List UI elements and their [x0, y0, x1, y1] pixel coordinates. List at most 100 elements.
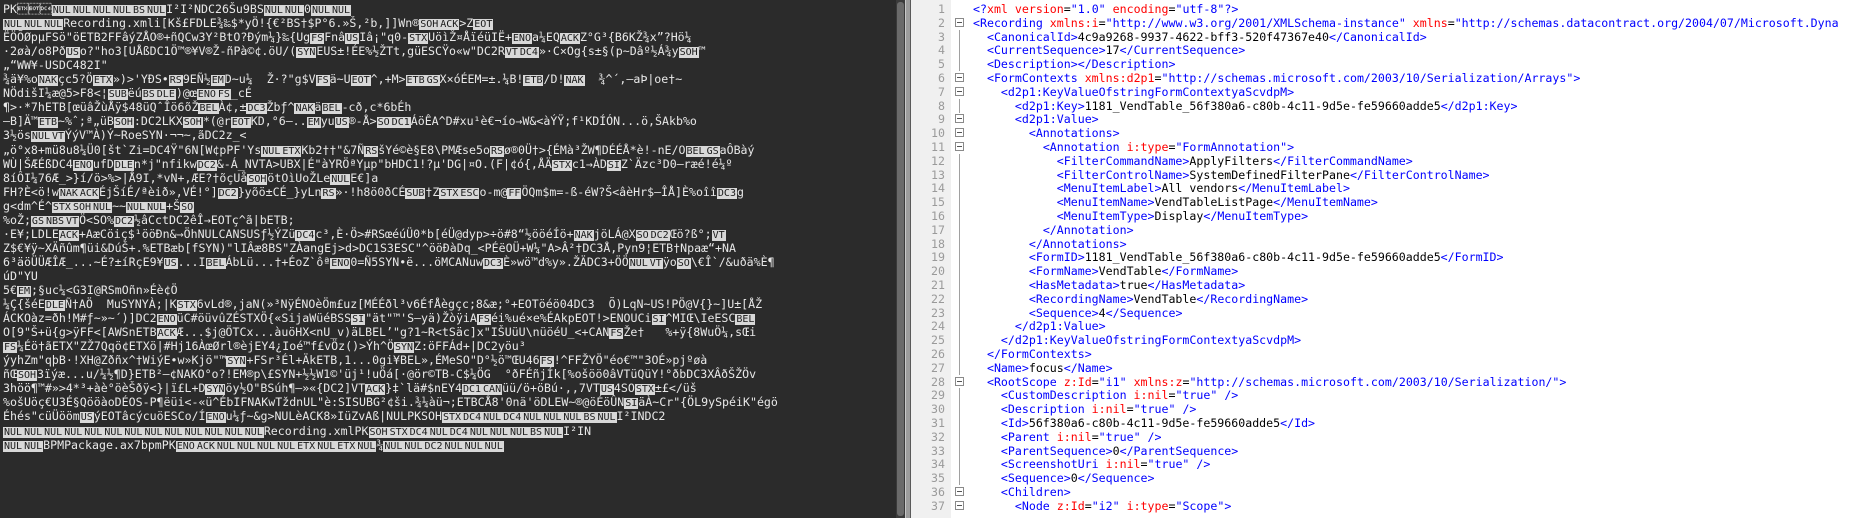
binary-line: —B]Ä™ETB~%ˆ;ª„üBSOH:DC2LKXSOH*(@rEOTKD,°…	[3, 114, 697, 129]
xml-line[interactable]: 20 <FormName>VendTable</FormName>	[911, 264, 1851, 279]
binary-line: „ö°x8+mü8u8¼Ü0[št`Zi=DC4Ÿ"6N[W¢pPF'YsNUL…	[3, 142, 755, 157]
fold-guide	[959, 291, 960, 306]
xml-code: <Sequence>4</Sequence>	[1028, 305, 1183, 320]
xml-code: <d2p1:KeyValueOfstringFormContextyaScvdp…	[1000, 84, 1295, 99]
xml-line[interactable]: 24 </d2p1:Value>	[911, 319, 1851, 334]
xml-line[interactable]: 17 </Annotation>	[911, 222, 1851, 237]
fold-guide	[959, 429, 960, 444]
binary-line: ¶>·*7hETB[œüâŽùÅÿ$48üQˆÎö6õŽBELÀ¢,±DC3Žb…	[3, 100, 412, 115]
xml-line[interactable]: 11 <Annotation i:type="FormAnnotation">	[911, 140, 1851, 154]
binary-line: FS¼Éö†ãETX"ZŽ7Qqö¢ETXö|#Hj16ÀœØrl®èjEY4¿…	[3, 339, 526, 354]
binary-line: ·2øà/o8PðUSo?"ho3[UÅßDC1Ö™®¥V®Ž-ñPà©¢.öU…	[3, 44, 706, 59]
fold-toggle-icon[interactable]	[955, 128, 964, 138]
fold-guide	[959, 319, 960, 334]
xml-code: <MenuItemLabel>All vendors</MenuItemLabe…	[1056, 181, 1350, 196]
fold-toggle-icon[interactable]	[955, 86, 964, 96]
xml-code: <Description i:nil="true" />	[1000, 402, 1197, 417]
xml-line[interactable]: 16 <MenuItemType>Display</MenuItemType>	[911, 209, 1851, 223]
fold-guide	[959, 360, 960, 375]
line-number: 9	[938, 112, 945, 127]
xml-line[interactable]: 12 <FilterCommandName>ApplyFilters</Filt…	[911, 153, 1851, 168]
line-number: 12	[931, 153, 945, 168]
xml-line[interactable]: 14 <MenuItemLabel>All vendors</MenuItemL…	[911, 181, 1851, 196]
xml-line[interactable]: 23 <Sequence>4</Sequence>	[911, 305, 1851, 320]
xml-line[interactable]: 35 <Sequence>0</Sequence>	[911, 471, 1851, 486]
fold-toggle-icon[interactable]	[955, 487, 964, 496]
xml-line[interactable]: 5 <Description></Description>	[911, 57, 1851, 72]
fold-guide	[959, 98, 960, 113]
xml-line[interactable]: 25 </d2p1:KeyValueOfstringFormContextyaS…	[911, 333, 1851, 348]
binary-line: NUL NUL NUL NUL NUL NUL NUL NUL NUL NUL NUL NUL NULR…	[3, 423, 592, 438]
fold-guide	[959, 236, 960, 251]
xml-line[interactable]: 22 <RecordingName>VendTable</RecordingNa…	[911, 291, 1851, 306]
binary-line: ÁCKOàz=ðh!M#ƒ~»~´)]DC2ENOüC#öüvûZÉSTXÖ{«…	[3, 311, 756, 326]
xml-line[interactable]: 3 <CanonicalId>4c9a9268-9937-4622-bff3-5…	[911, 29, 1851, 44]
xml-line[interactable]: 34 <ScreenshotUri i:nil="true" />	[911, 457, 1851, 472]
fold-guide	[959, 29, 960, 44]
fold-toggle-icon[interactable]	[955, 376, 964, 386]
xml-line[interactable]: 30 <Description i:nil="true" />	[911, 402, 1851, 417]
xml-line[interactable]: 18 </Annotations>	[911, 236, 1851, 251]
fold-toggle-icon[interactable]	[955, 73, 964, 82]
xml-line[interactable]: 8 <d2p1:Key>1181_VendTable_56f380a6-c80b…	[911, 98, 1851, 113]
xml-code: <FilterCommandName>ApplyFilters</FilterC…	[1056, 153, 1413, 168]
fold-guide	[959, 209, 960, 223]
xml-code: </FormContexts>	[986, 347, 1092, 361]
binary-line: ¼Ç{šéEDLEÑ†AÖ MuSYNYÀ;|KSTX6vLd®,jaN(»³N…	[3, 297, 763, 312]
line-number: 23	[931, 305, 945, 320]
xml-line[interactable]: 19 <FormID>1181_VendTable_56f380a6-c80b-…	[911, 250, 1851, 265]
xml-code: <Annotations>	[1028, 126, 1120, 141]
line-number: 13	[931, 167, 945, 182]
xml-line[interactable]: 28 <RootScope z:Id="i1" xmlns:z="http://…	[911, 375, 1851, 389]
xml-line[interactable]: 26 </FormContexts>	[911, 347, 1851, 361]
line-number: 26	[931, 347, 945, 361]
xml-line[interactable]: 37 <Node z:Id="i2" i:type="Scope">	[911, 499, 1851, 513]
xml-line[interactable]: 1 <?xml version="1.0" encoding="utf-8"?>	[911, 2, 1851, 16]
xml-code: <CurrentSequence>17</CurrentSequence>	[986, 43, 1246, 58]
line-number: 22	[931, 291, 945, 306]
xml-line[interactable]: 10 <Annotations>	[911, 126, 1851, 140]
xml-line[interactable]: 36 <Children>	[911, 485, 1851, 499]
fold-guide	[959, 43, 960, 58]
line-number: 7	[938, 84, 945, 99]
fold-toggle-icon[interactable]	[955, 500, 964, 510]
xml-line[interactable]: 7 <d2p1:KeyValueOfstringFormContextyaScv…	[911, 85, 1851, 99]
line-number: 35	[931, 471, 945, 486]
xml-code: <Name>focus</Name>	[986, 360, 1113, 375]
binary-line: ËÖÕØpµFSö"öETB2FFâýZÅO®+ñQCw3Y²BtO?Ðým¼}…	[3, 30, 692, 45]
fold-guide	[959, 167, 960, 182]
xml-code: </d2p1:Value>	[1014, 319, 1106, 334]
xml-line[interactable]: 13 <FilterControlName>SystemDefinedFilte…	[911, 167, 1851, 182]
xml-code: <Sequence>0</Sequence>	[1000, 471, 1155, 486]
binary-line: WÙ|ŠÆÉßDC4ENOufDDLEn*j"nfikwDC2&-Á_NVTA>…	[3, 156, 733, 171]
scrollbar-thumb[interactable]	[897, 2, 904, 516]
line-number: 33	[931, 443, 945, 458]
binary-scrollbar[interactable]	[896, 0, 905, 518]
xml-line[interactable]: 31 <Id>56f380a6-c80b-4c11-9d5e-fe59660ad…	[911, 416, 1851, 430]
xml-line[interactable]: 9 <d2p1:Value>	[911, 112, 1851, 126]
fold-guide	[959, 471, 960, 486]
xml-line[interactable]: 4 <CurrentSequence>17</CurrentSequence>	[911, 43, 1851, 58]
xml-line[interactable]: 15 <MenuItemName>VendTableListPage</Menu…	[911, 195, 1851, 210]
xml-line[interactable]: 27 <Name>focus</Name>	[911, 360, 1851, 375]
fold-toggle-icon[interactable]	[955, 142, 964, 151]
line-number: 31	[931, 416, 945, 430]
xml-line[interactable]: 33 <ParentSequence>0</ParentSequence>	[911, 443, 1851, 458]
binary-line: 3½ösNUL VTÝýV™À)Ý~RoeSYN·¬¬~,ãDC2z_<	[3, 128, 247, 143]
fold-toggle-icon[interactable]	[955, 17, 964, 27]
fold-toggle-icon[interactable]	[955, 114, 964, 124]
xml-code: <MenuItemName>VendTableListPage</MenuIte…	[1056, 195, 1378, 210]
xml-code: <FilterControlName>SystemDefinedFilterPa…	[1056, 167, 1490, 182]
xml-code: <FormName>VendTable</FormName>	[1028, 264, 1239, 279]
binary-line: 6³äöÜÜÆÎÆ_...~É?±íRçE9¥US...IBELÁbLü...†…	[3, 254, 775, 269]
binary-view-pane[interactable]: PKNUL NUL NUL NUL BS NULI²I²NDC26Šu9BSNUL N…	[0, 0, 905, 518]
xml-line[interactable]: 29 <CustomDescription i:nil="true" />	[911, 388, 1851, 403]
xml-line[interactable]: 6 <FormContexts xmlns:d2p1="http://schem…	[911, 71, 1851, 85]
xml-line[interactable]: 2 <Recording xmlns:i="http://www.w3.org/2…	[911, 16, 1851, 30]
binary-line: 5€EM;§uc¼<G3I@RSmOñn»Éè¢Ö	[3, 283, 178, 297]
xml-editor-pane[interactable]: 1 <?xml version="1.0" encoding="utf-8"?> 2…	[911, 0, 1851, 518]
xml-line[interactable]: 32 <Parent i:nil="true" />	[911, 429, 1851, 444]
xml-line[interactable]: 21 <HasMetadata>true</HasMetadata>	[911, 278, 1851, 292]
fold-guide	[959, 333, 960, 348]
xml-code: <d2p1:Key>1181_VendTable_56f380a6-c80b-4…	[1014, 98, 1518, 113]
